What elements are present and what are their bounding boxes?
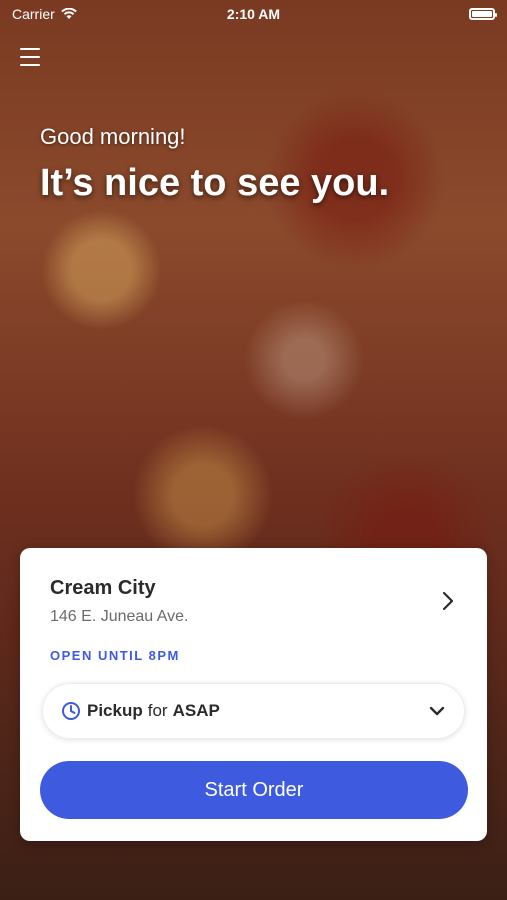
location-address: 146 E. Juneau Ave. [50, 608, 189, 625]
greeting-subtitle: Good morning! [40, 124, 186, 149]
greeting-title: It’s nice to see you. [40, 162, 390, 204]
hours-label: OPEN UNTIL 8PM [50, 648, 180, 663]
wifi-icon [60, 8, 77, 19]
hamburger-menu-icon[interactable] [20, 48, 40, 66]
order-mode-connector: for [147, 701, 168, 720]
clock-icon [62, 702, 80, 720]
order-mode-selector[interactable]: Pickup for ASAP [42, 683, 465, 739]
location-card: Cream City 146 E. Juneau Ave. OPEN UNTIL… [20, 548, 487, 841]
carrier-group: Carrier [12, 6, 77, 22]
battery-icon [469, 8, 497, 20]
order-time-label: ASAP [172, 701, 220, 720]
carrier-label: Carrier [12, 6, 55, 22]
chevron-down-icon [429, 706, 445, 716]
chevron-right-icon[interactable] [437, 590, 459, 612]
order-mode-label: Pickup [87, 701, 143, 720]
status-bar: Carrier 2:10 AM [0, 0, 507, 28]
start-order-button[interactable]: Start Order [40, 761, 468, 819]
status-time: 2:10 AM [226, 6, 281, 22]
location-name: Cream City [50, 577, 156, 599]
